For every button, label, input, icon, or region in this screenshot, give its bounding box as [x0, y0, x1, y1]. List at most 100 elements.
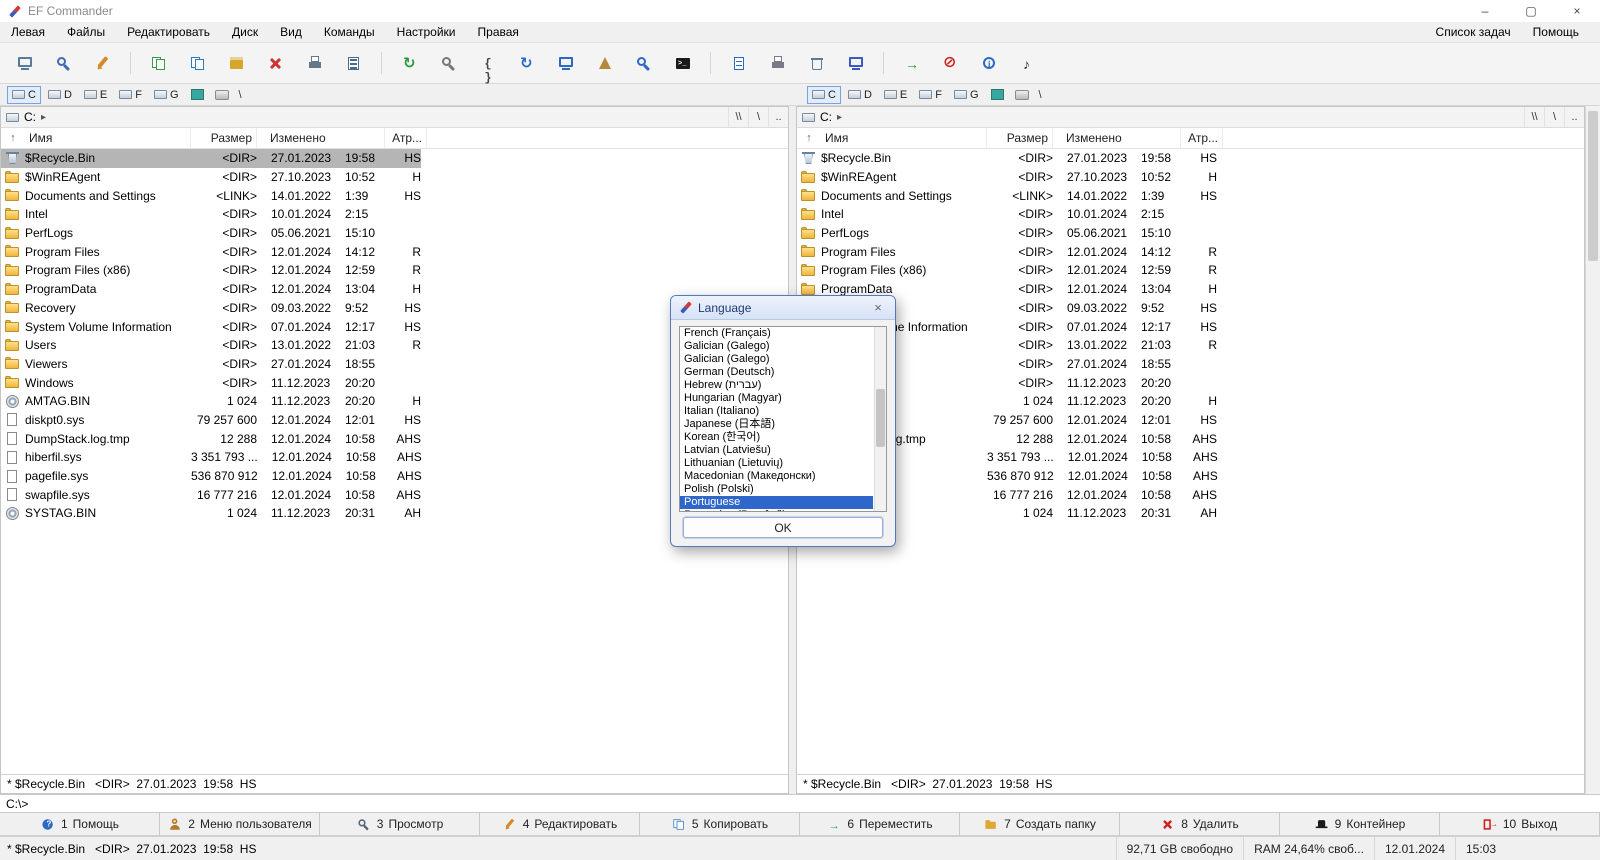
pack-icon[interactable]: [219, 47, 255, 79]
menu-item[interactable]: Левая: [0, 22, 56, 42]
fn-help-button[interactable]: 1 Помощь: [0, 813, 160, 835]
sync-icon[interactable]: [509, 47, 545, 79]
file-row[interactable]: pagefile.sys 536 870 912 12.01.2024 10:5…: [1, 467, 421, 486]
menu-item[interactable]: Настройки: [386, 22, 467, 42]
notepad-icon[interactable]: [721, 47, 757, 79]
file-row[interactable]: AMTAG.BIN 1 024 11.12.2023 20:20 H: [1, 392, 421, 411]
parent-dir-button[interactable]: ..: [1564, 107, 1584, 127]
menu-item-right[interactable]: Помощь: [1522, 22, 1590, 42]
print-icon[interactable]: [297, 47, 333, 79]
panels-icon[interactable]: [7, 47, 43, 79]
current-path[interactable]: C:: [820, 110, 832, 124]
fn-view-button[interactable]: 3 Просмотр: [320, 813, 480, 835]
scrollbar-thumb[interactable]: [1588, 111, 1598, 261]
minimize-button[interactable]: –: [1462, 0, 1508, 22]
menu-item[interactable]: Диск: [221, 22, 269, 42]
menu-item[interactable]: Правая: [467, 22, 530, 42]
column-header-name[interactable]: Имя: [821, 128, 987, 148]
language-option[interactable]: Polish (Polski): [680, 483, 873, 496]
file-row[interactable]: Recovery <DIR> 09.03.2022 9:52 HS: [1, 299, 421, 318]
file-row[interactable]: $WinREAgent <DIR> 27.10.2023 10:52 H: [1, 168, 421, 187]
column-header-size[interactable]: Размер: [987, 128, 1053, 148]
language-option[interactable]: Romanian (Română): [680, 509, 873, 512]
menu-item[interactable]: Файлы: [56, 22, 116, 42]
file-row[interactable]: Documents and Settings <LINK> 14.01.2022…: [1, 186, 421, 205]
file-row[interactable]: swapfile.sys 16 777 216 12.01.2024 10:58…: [1, 485, 421, 504]
desktop-button[interactable]: [991, 89, 1004, 100]
dialog-scrollbar[interactable]: [874, 327, 886, 511]
devices-button[interactable]: [215, 90, 229, 100]
file-row[interactable]: Intel <DIR> 10.01.2024 2:15: [1, 205, 421, 224]
language-option[interactable]: Hungarian (Magyar): [680, 392, 873, 405]
vertical-scrollbar[interactable]: [1585, 106, 1600, 794]
column-header-size[interactable]: Размер: [191, 128, 257, 148]
language-option[interactable]: Lithuanian (Lietuvių): [680, 457, 873, 470]
drive-d-button[interactable]: D: [43, 86, 77, 104]
language-option[interactable]: French (Français): [680, 327, 873, 340]
file-row[interactable]: Viewers <DIR> 27.01.2024 18:55: [1, 355, 421, 374]
language-option[interactable]: Macedonian (Македонски): [680, 470, 873, 483]
language-option[interactable]: Latvian (Latviešu): [680, 444, 873, 457]
desktop-button[interactable]: [191, 89, 204, 100]
ok-button[interactable]: OK: [683, 517, 883, 538]
drive-e-button[interactable]: E: [79, 86, 112, 104]
file-row[interactable]: Users <DIR> 13.01.2022 21:03 R: [1, 336, 421, 355]
menu-item-right[interactable]: Список задач: [1425, 22, 1522, 42]
language-option[interactable]: Portuguese: [680, 496, 873, 509]
info-icon[interactable]: [972, 47, 1008, 79]
file-row[interactable]: Program Files (x86) <DIR> 12.01.2024 12:…: [797, 261, 1217, 280]
calculator-icon[interactable]: [336, 47, 372, 79]
column-header-name[interactable]: Имя: [25, 128, 191, 148]
network-root-button[interactable]: \\: [1524, 107, 1544, 127]
abort-icon[interactable]: [933, 47, 969, 79]
language-option[interactable]: Korean (한국어): [680, 431, 873, 444]
column-header-modified[interactable]: Изменено: [257, 128, 385, 148]
find-files-icon[interactable]: [626, 47, 662, 79]
root-button[interactable]: \: [748, 107, 768, 127]
file-row[interactable]: $WinREAgent <DIR> 27.10.2023 10:52 H: [797, 168, 1217, 187]
dialog-titlebar[interactable]: Language ×: [671, 296, 895, 320]
language-option[interactable]: Japanese (日本語): [680, 418, 873, 431]
quick-view-icon[interactable]: [46, 47, 82, 79]
fn-container-button[interactable]: 9 Контейнер: [1280, 813, 1440, 835]
file-row[interactable]: diskpt0.sys 79 257 600 12.01.2024 12:01 …: [1, 411, 421, 430]
file-row[interactable]: SYSTAG.BIN 1 024 11.12.2023 20:31 AH: [1, 504, 421, 523]
multimedia-icon[interactable]: [1011, 47, 1047, 79]
fax-icon[interactable]: [760, 47, 796, 79]
drive-g-button[interactable]: G: [149, 86, 184, 104]
maximize-button[interactable]: ▢: [1508, 0, 1554, 22]
screen-view-icon[interactable]: [548, 47, 584, 79]
dialog-close-button[interactable]: ×: [869, 300, 887, 315]
language-option[interactable]: German (Deutsch): [680, 366, 873, 379]
drive-c-button[interactable]: C: [7, 86, 41, 104]
copy-to-right-icon[interactable]: [180, 47, 216, 79]
close-button[interactable]: ×: [1554, 0, 1600, 22]
column-header-attr[interactable]: Атр...: [1181, 128, 1223, 148]
language-option[interactable]: Hebrew (עברית): [680, 379, 873, 392]
file-row[interactable]: Program Files <DIR> 12.01.2024 14:12 R: [797, 242, 1217, 261]
column-header-modified[interactable]: Изменено: [1053, 128, 1181, 148]
language-option[interactable]: Galician (Galego): [680, 340, 873, 353]
recycle-bin-icon[interactable]: [799, 47, 835, 79]
file-row[interactable]: $Recycle.Bin <DIR> 27.01.2023 19:58 HS: [1, 149, 421, 168]
network-root-button[interactable]: \\: [728, 107, 748, 127]
fn-edit-button[interactable]: 4 Редактировать: [480, 813, 640, 835]
command-line-input[interactable]: [0, 795, 1600, 812]
file-row[interactable]: DumpStack.log.tmp 12 288 12.01.2024 10:5…: [1, 429, 421, 448]
drive-f-button[interactable]: F: [114, 86, 147, 104]
search-icon[interactable]: [431, 47, 467, 79]
file-row[interactable]: Windows <DIR> 11.12.2023 20:20: [1, 373, 421, 392]
fn-move-button[interactable]: 6 Переместить: [800, 813, 960, 835]
file-row[interactable]: $Recycle.Bin <DIR> 27.01.2023 19:58 HS: [797, 149, 1217, 168]
file-row[interactable]: PerfLogs <DIR> 05.06.2021 15:10: [797, 224, 1217, 243]
file-row[interactable]: Program Files (x86) <DIR> 12.01.2024 12:…: [1, 261, 421, 280]
devices-button[interactable]: [1015, 90, 1029, 100]
drive-c-button[interactable]: C: [807, 86, 841, 104]
language-option[interactable]: Galician (Galego): [680, 353, 873, 366]
delete-icon[interactable]: [258, 47, 294, 79]
compare-icon[interactable]: [470, 47, 506, 79]
file-row[interactable]: System Volume Information <DIR> 07.01.20…: [1, 317, 421, 336]
column-header-attr[interactable]: Атр...: [385, 128, 427, 148]
drive-g-button[interactable]: G: [949, 86, 984, 104]
file-row[interactable]: Program Files <DIR> 12.01.2024 14:12 R: [1, 242, 421, 261]
